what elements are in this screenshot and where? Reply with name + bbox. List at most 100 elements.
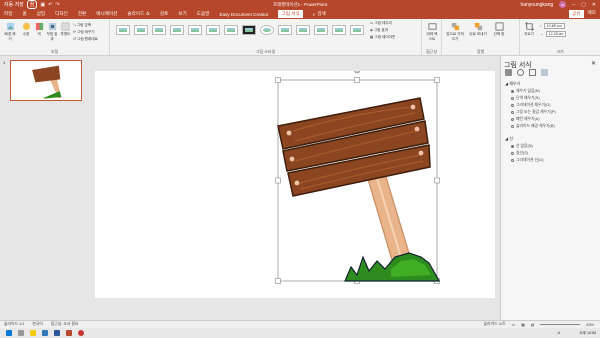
slide-thumbnail[interactable] <box>10 60 82 101</box>
line-option-label: 실선(S) <box>516 151 529 155</box>
send-backward-button[interactable]: 뒤로 보내기 <box>468 22 488 37</box>
resize-handle-r[interactable] <box>434 177 440 184</box>
reading-view-icon[interactable]: ▤ <box>531 322 535 327</box>
tab-slideshow[interactable]: 슬라이드 쇼 <box>127 11 149 17</box>
transparency-button[interactable]: 투명도 <box>60 22 71 37</box>
fill-option-none[interactable]: 채우기 없음(N) <box>511 89 540 94</box>
size-properties-icon[interactable] <box>529 69 536 76</box>
maximize-icon[interactable]: ▢ <box>581 2 586 8</box>
color-button[interactable]: 색 <box>34 22 44 37</box>
resize-handle-t[interactable] <box>354 77 360 83</box>
picture-style-8[interactable] <box>242 25 256 35</box>
picture-effects-button[interactable]: ◈ 그림 효과 <box>370 28 388 33</box>
share-button[interactable]: 공유 <box>569 10 584 18</box>
picture-style-5[interactable] <box>188 25 202 35</box>
zoom-level[interactable]: 83% <box>586 323 594 327</box>
width-value[interactable]: 12.28 cm <box>545 31 567 37</box>
tab-easy-document[interactable]: Easy Document Creator <box>219 12 268 17</box>
fill-option-picture[interactable]: 그림 또는 질감 채우기(P) <box>511 110 556 115</box>
tab-home[interactable]: 홈 <box>22 11 26 17</box>
minimize-icon[interactable]: – <box>572 2 575 8</box>
resize-handle-l[interactable] <box>275 177 281 184</box>
compress-pictures-button[interactable]: ⤡ 그림 압축 <box>73 23 91 28</box>
fill-option-background[interactable]: 슬라이드 배경 채우기(B) <box>511 124 555 129</box>
line-option-gradient[interactable]: 그라데이션 선(G) <box>511 158 544 163</box>
group-adjust: 배경 제거 수정 색 꾸밈 효과 투명도 ⤡ 그림 압축 ⟳ 그림 바꾸기 ↺ … <box>0 19 110 56</box>
fill-option-gradient[interactable]: 그라데이션 채우기(G) <box>511 103 550 108</box>
zoom-slider[interactable] <box>540 324 581 325</box>
line-option-solid[interactable]: 실선(S) <box>511 151 528 156</box>
word-icon[interactable] <box>54 330 60 336</box>
picture-style-3[interactable] <box>152 25 166 35</box>
tab-picture-format[interactable]: 그림 서식 <box>278 10 303 18</box>
notes-button[interactable]: 슬라이드 노트 <box>484 322 506 327</box>
picture-style-12[interactable] <box>314 25 328 35</box>
alt-text-button[interactable]: 대체 텍스트 <box>425 22 439 42</box>
tab-animations[interactable]: 애니메이션 <box>96 11 117 17</box>
picture-style-11[interactable] <box>296 25 310 35</box>
tab-insert[interactable]: 삽입 <box>37 11 45 17</box>
picture-style-10[interactable] <box>278 25 292 35</box>
bring-forward-button[interactable]: 앞으로 가져오기 <box>445 22 465 42</box>
tab-review[interactable]: 검토 <box>160 11 168 17</box>
height-value[interactable]: 10.89 cm <box>543 23 565 29</box>
avatar[interactable]: HK <box>559 1 567 8</box>
pane-close-icon[interactable]: ✕ <box>591 60 596 67</box>
picture-style-13[interactable] <box>332 25 346 35</box>
artistic-effects-label: 꾸밈 효과 <box>46 32 58 41</box>
edge-icon[interactable] <box>42 330 48 336</box>
tab-file[interactable]: 파일 <box>4 11 12 17</box>
language-status[interactable]: 한국어 <box>32 322 42 327</box>
picture-style-4[interactable] <box>170 25 184 35</box>
accessibility-status[interactable]: 접근성: 조사 필요 <box>51 322 79 327</box>
corrections-button[interactable]: 수정 <box>20 22 32 37</box>
crop-button[interactable]: 자르기 <box>523 22 535 37</box>
chrome-icon[interactable] <box>78 330 84 336</box>
fill-option-pattern[interactable]: 패턴 채우기(A) <box>511 117 540 122</box>
search-taskbar-icon[interactable] <box>18 330 24 336</box>
powerpoint-icon[interactable] <box>66 330 72 336</box>
artistic-effects-button[interactable]: 꾸밈 효과 <box>46 22 58 42</box>
signpost-picture[interactable] <box>95 66 495 298</box>
normal-view-icon[interactable]: ▭ <box>512 322 516 327</box>
sorter-view-icon[interactable]: ▦ <box>521 322 525 327</box>
fill-line-icon[interactable] <box>505 69 512 76</box>
ime-indicator[interactable]: A <box>558 331 560 335</box>
picture-style-1[interactable] <box>116 25 130 35</box>
tab-view[interactable]: 보기 <box>178 11 186 17</box>
height-field[interactable]: ↕ 10.89 cm <box>540 23 565 29</box>
line-section-header[interactable]: ◢ 선 <box>505 136 513 142</box>
comment-button[interactable]: 메모 <box>588 10 596 18</box>
fill-section-header[interactable]: ◢ 채우기 <box>505 81 520 87</box>
picture-border-button[interactable]: ▭ 그림 테두리 <box>370 21 392 26</box>
picture-layout-button[interactable]: ▦ 그림 레이아웃 <box>370 35 395 40</box>
start-icon[interactable] <box>6 330 12 336</box>
picture-style-9[interactable] <box>260 25 274 35</box>
explorer-icon[interactable] <box>30 330 36 336</box>
fill-option-solid[interactable]: 단색 채우기(S) <box>511 96 540 101</box>
slide-canvas[interactable] <box>95 66 495 298</box>
picture-style-14[interactable] <box>350 25 364 35</box>
effects-icon[interactable] <box>517 69 524 76</box>
rotate-handle[interactable] <box>353 66 361 74</box>
picture-icon[interactable] <box>541 69 548 76</box>
line-option-none[interactable]: 선 없음(N) <box>511 144 533 149</box>
resize-handle-tl[interactable] <box>275 77 281 83</box>
tab-transitions[interactable]: 전환 <box>78 11 86 17</box>
selection-pane-button[interactable]: 선택 창 <box>492 22 506 37</box>
reset-picture-button[interactable]: ↺ 그림 원래대로 <box>73 37 98 42</box>
tab-help[interactable]: 도움말 <box>197 11 210 17</box>
picture-style-2[interactable] <box>134 25 148 35</box>
picture-layout-icon: ▦ <box>370 35 374 39</box>
picture-style-7[interactable] <box>224 25 238 35</box>
search-box[interactable]: ⌕ 검색 <box>313 11 326 17</box>
remove-background-button[interactable]: 배경 제거 <box>3 22 17 42</box>
tab-design[interactable]: 디자인 <box>55 11 68 17</box>
change-picture-button[interactable]: ⟳ 그림 바꾸기 <box>73 30 95 35</box>
width-field[interactable]: ↔ 12.28 cm <box>540 31 567 37</box>
resize-handle-tr[interactable] <box>434 77 440 83</box>
picture-style-6[interactable] <box>206 25 220 35</box>
close-icon[interactable]: ✕ <box>592 2 596 8</box>
resize-handle-bl[interactable] <box>275 278 281 284</box>
bring-forward-label: 앞으로 가져오기 <box>446 32 464 41</box>
